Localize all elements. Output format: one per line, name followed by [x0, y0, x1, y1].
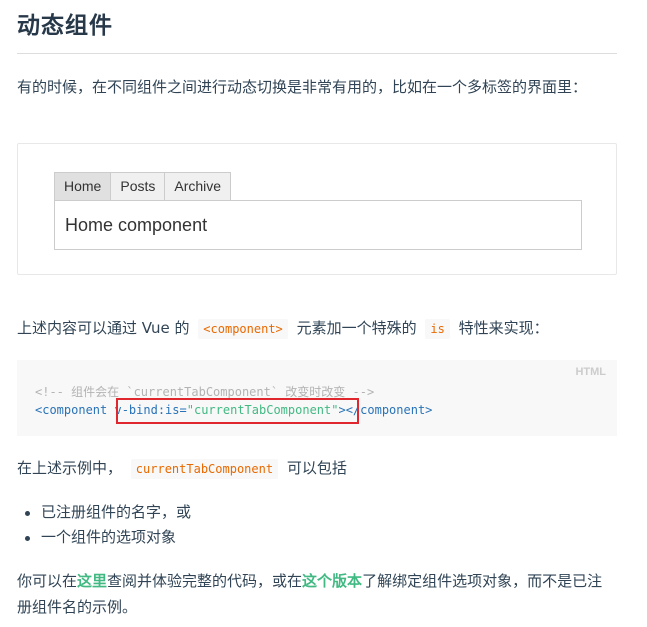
- tab-posts[interactable]: Posts: [110, 172, 166, 200]
- text: 特性来实现：: [458, 319, 549, 337]
- heading-divider: [17, 53, 617, 54]
- text: 你可以在: [17, 572, 78, 590]
- text: 在上述示例中，: [17, 459, 123, 477]
- section-heading: 动态组件: [17, 13, 113, 39]
- code-tag-open: <component: [35, 403, 115, 417]
- inline-code-component: <component>: [198, 319, 288, 339]
- tab-home[interactable]: Home: [54, 172, 112, 200]
- highlight-box: [116, 398, 359, 424]
- code-language-label: HTML: [575, 366, 606, 378]
- inline-code-current-tab: currentTabComponent: [130, 459, 279, 479]
- tab-panel: Home component: [54, 200, 582, 250]
- here-link[interactable]: 这里: [77, 572, 107, 590]
- text: 元素加一个特殊的: [296, 319, 417, 337]
- text: 可以包括: [286, 459, 347, 477]
- list-item: 已注册组件的名字，或: [17, 500, 617, 525]
- option-list: 已注册组件的名字，或 一个组件的选项对象: [17, 500, 617, 550]
- inline-code-is: is: [425, 319, 450, 339]
- tab-archive[interactable]: Archive: [164, 172, 232, 200]
- version-link[interactable]: 这个版本: [302, 572, 362, 590]
- text: 查阅并体验完整的代码，或在: [107, 572, 303, 590]
- demo-container: Home Posts Archive Home component: [17, 143, 617, 275]
- links-paragraph: 你可以在这里查阅并体验完整的代码，或在这个版本了解绑定组件选项对象，而不是已注册…: [17, 568, 617, 620]
- code-block: HTML <!-- 组件会在 `currentTabComponent` 改变时…: [17, 360, 617, 436]
- list-item: 一个组件的选项对象: [17, 525, 617, 550]
- component-paragraph: 上述内容可以通过 Vue 的 <component> 元素加一个特殊的 is 特…: [17, 315, 617, 342]
- example-paragraph: 在上述示例中， currentTabComponent 可以包括: [17, 455, 617, 482]
- intro-paragraph: 有的时候，在不同组件之间进行动态切换是非常有用的，比如在一个多标签的界面里：: [17, 78, 588, 96]
- demo-tab-bar: Home Posts Archive: [54, 172, 232, 200]
- text: 上述内容可以通过 Vue 的: [17, 319, 190, 337]
